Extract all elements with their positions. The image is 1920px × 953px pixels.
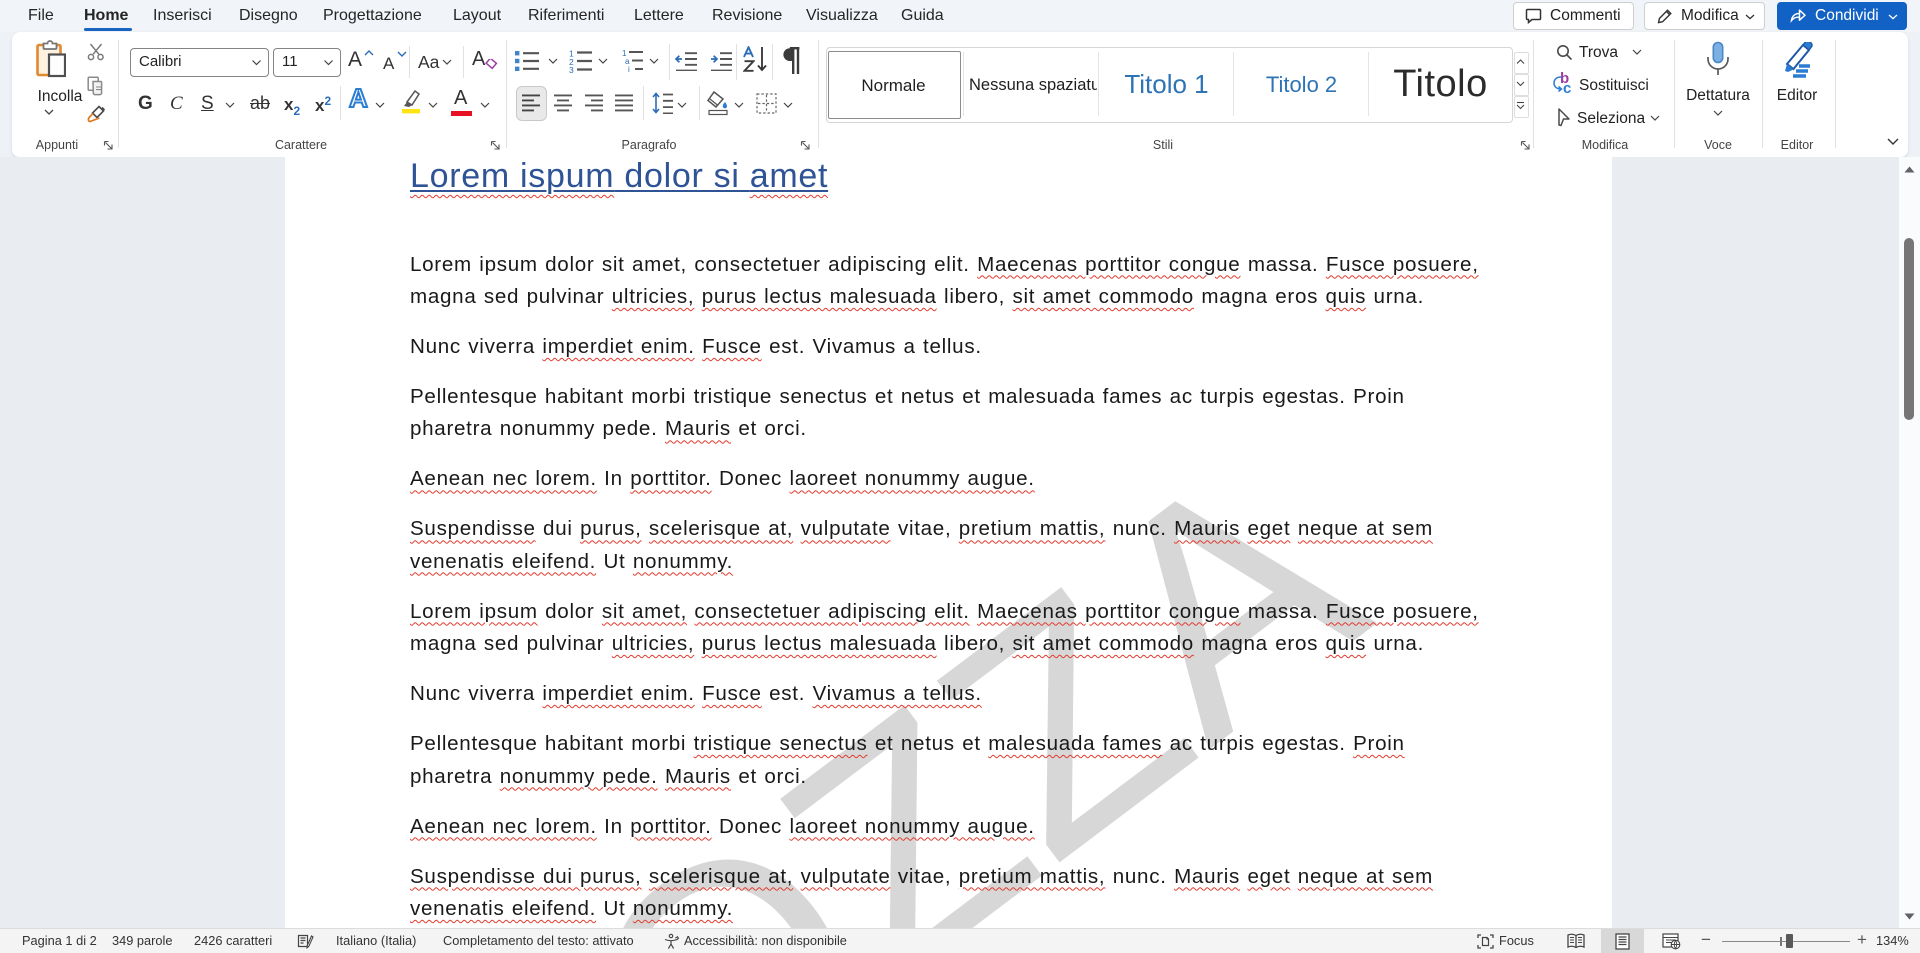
- svg-text:i: i: [628, 65, 630, 73]
- svg-text:3: 3: [569, 65, 574, 73]
